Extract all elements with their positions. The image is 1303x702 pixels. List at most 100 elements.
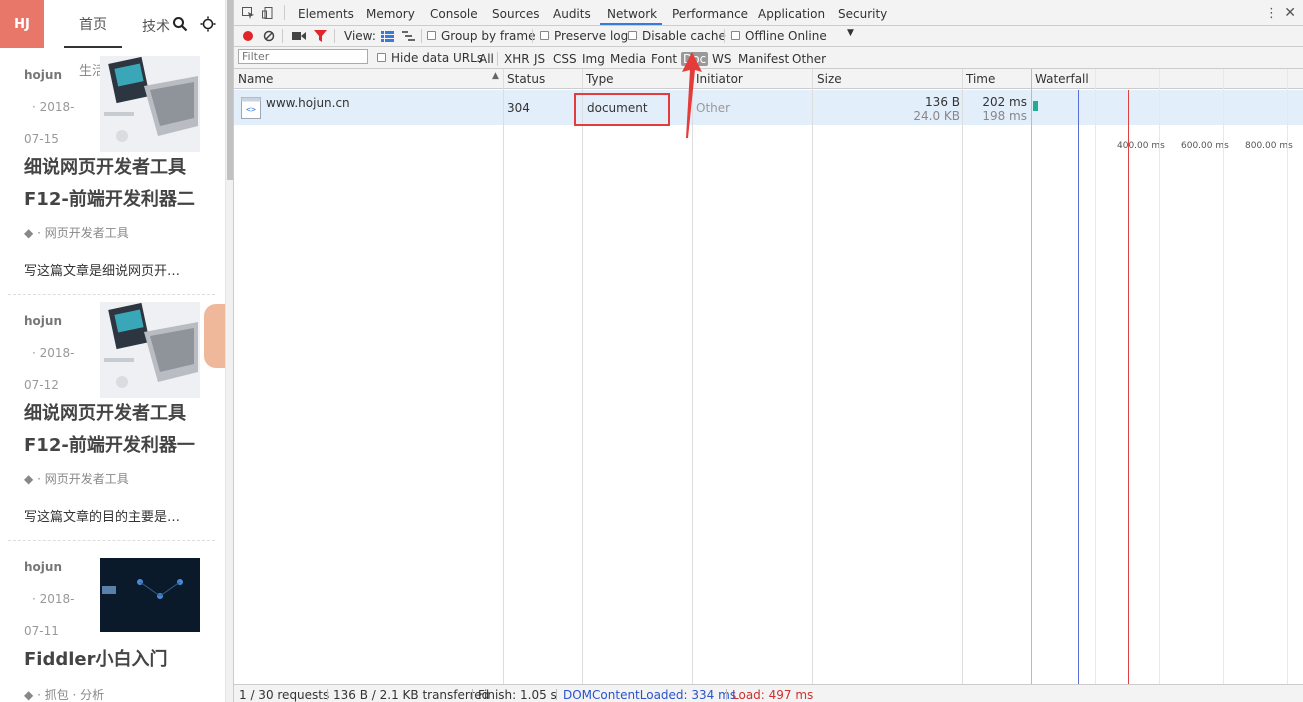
record-icon[interactable] [242,30,254,42]
post-date: 07-11 [24,624,59,638]
tag-icon: ◆ [24,472,34,486]
tab-security[interactable]: Security [838,7,887,21]
request-latency: 198 ms [982,109,1027,123]
post-tags[interactable]: ◆ · 网页开发者工具 [24,224,129,241]
checkbox-box[interactable] [540,31,549,40]
filter-type-xhr[interactable]: XHR [504,52,530,66]
checkbox-box[interactable] [731,31,740,40]
throttling-select[interactable]: Online [788,29,827,43]
tab-performance[interactable]: Performance [672,7,748,21]
disable-cache-label: Disable cache [642,29,726,43]
column-divider[interactable] [1031,69,1032,684]
post-author[interactable]: hojun [24,314,62,328]
request-row[interactable]: <> www.hojun.cn 304 document Other 136 B… [234,90,1303,125]
post-tag-list[interactable]: · 网页开发者工具 [37,226,129,240]
tab-audits[interactable]: Audits [553,7,591,21]
column-header-status[interactable]: Status [507,72,545,86]
more-options-icon[interactable]: ⋮ [1265,6,1278,21]
filter-type-font[interactable]: Font [651,52,677,66]
throttling-dropdown-icon[interactable]: ▼ [847,28,854,38]
toolbar-separator [421,29,422,43]
filter-type-other[interactable]: Other [792,52,826,66]
clear-icon[interactable] [263,30,275,42]
summary-separator [327,689,328,700]
summary-transferred: 136 B / 2.1 KB transferred [333,688,490,702]
filter-type-all[interactable]: All [479,52,494,66]
filter-type-ws[interactable]: WS [712,52,731,66]
tab-sources[interactable]: Sources [492,7,539,21]
disable-cache-checkbox[interactable]: Disable cache [628,29,726,43]
site-logo[interactable]: HJ [0,0,44,48]
column-header-waterfall[interactable]: Waterfall [1035,72,1089,86]
overview-icon[interactable] [402,31,415,42]
request-status: 304 [507,101,530,115]
group-by-frame-checkbox[interactable]: Group by frame [427,29,535,43]
nav-home[interactable]: 首页 [64,14,122,34]
checkbox-box[interactable] [377,53,386,62]
filter-type-media[interactable]: Media [610,52,646,66]
tab-application[interactable]: Application [758,7,825,21]
network-summary-bar: 1 / 30 requests 136 B / 2.1 KB transferr… [234,684,1303,702]
filter-type-manifest[interactable]: Manifest [738,52,789,66]
column-divider[interactable] [812,69,813,684]
close-devtools-icon[interactable]: ✕ [1284,5,1296,21]
column-header-time[interactable]: Time [966,72,995,86]
waterfall-gridline [1223,69,1224,684]
nav-tech[interactable]: 技术 [142,16,170,36]
post-thumbnail[interactable] [100,56,200,152]
theme-toggle-icon[interactable] [200,16,216,32]
offline-label: Offline [745,29,785,43]
column-divider[interactable] [962,69,963,684]
post-tags[interactable]: ◆ · 抓包 · 分析 [24,686,104,702]
summary-separator [556,689,557,700]
floating-side-tab[interactable] [204,304,225,368]
waterfall-tick-label: 600.00 ms [1181,141,1229,151]
post-tag-list[interactable]: · 网页开发者工具 [37,472,129,486]
post-title[interactable]: 细说网页开发者工具F12-前端开发利器二 [24,152,214,216]
request-time: 202 ms [982,95,1027,109]
waterfall-timing-bar[interactable] [1033,101,1038,111]
tab-elements[interactable]: Elements [298,7,354,21]
column-header-name[interactable]: Name [238,72,273,86]
waterfall-tick-label: 400.00 ms [1117,141,1165,151]
post-thumbnail[interactable] [100,552,200,638]
tab-memory[interactable]: Memory [366,7,415,21]
capture-screenshots-icon[interactable] [292,31,306,41]
column-divider[interactable] [692,69,693,684]
filter-type-css[interactable]: CSS [553,52,577,66]
checkbox-box[interactable] [427,31,436,40]
request-name[interactable]: www.hojun.cn [266,96,350,110]
post-tags[interactable]: ◆ · 网页开发者工具 [24,470,129,487]
hide-data-urls-checkbox[interactable]: Hide data URLs [377,51,483,65]
filter-input[interactable] [238,49,368,64]
column-header-type[interactable]: Type [586,72,614,86]
tab-network[interactable]: Network [607,7,657,21]
devtools-panel: Elements Memory Console Sources Audits N… [233,0,1303,702]
tabbar-separator [284,5,285,20]
inspect-element-icon[interactable] [242,7,255,19]
toolbar-separator [282,29,283,43]
offline-checkbox[interactable]: Offline [731,29,784,43]
post-author[interactable]: hojun [24,560,62,574]
throttling-value: Online [788,29,827,43]
post-title[interactable]: Fiddler小白入门 [24,644,214,676]
device-toolbar-icon[interactable] [262,7,275,19]
column-divider[interactable] [582,69,583,684]
filter-type-img[interactable]: Img [582,52,605,66]
post-date: 07-15 [24,132,59,146]
blog-scrollbar[interactable] [225,0,233,702]
post-title[interactable]: 细说网页开发者工具F12-前端开发利器一 [24,398,214,462]
filter-type-js[interactable]: JS [534,52,545,66]
large-request-rows-icon[interactable] [381,31,394,42]
column-header-size[interactable]: Size [817,72,842,86]
post-author[interactable]: hojun [24,68,62,82]
column-divider[interactable] [503,69,504,684]
post-tag-list[interactable]: · 抓包 · 分析 [37,688,104,702]
preserve-log-checkbox[interactable]: Preserve log [540,29,628,43]
search-icon[interactable] [172,16,188,32]
annotation-arrow-icon [682,52,702,138]
checkbox-box[interactable] [628,31,637,40]
tab-console[interactable]: Console [430,7,478,21]
post-thumbnail[interactable] [100,302,200,398]
filter-icon[interactable] [314,30,327,42]
